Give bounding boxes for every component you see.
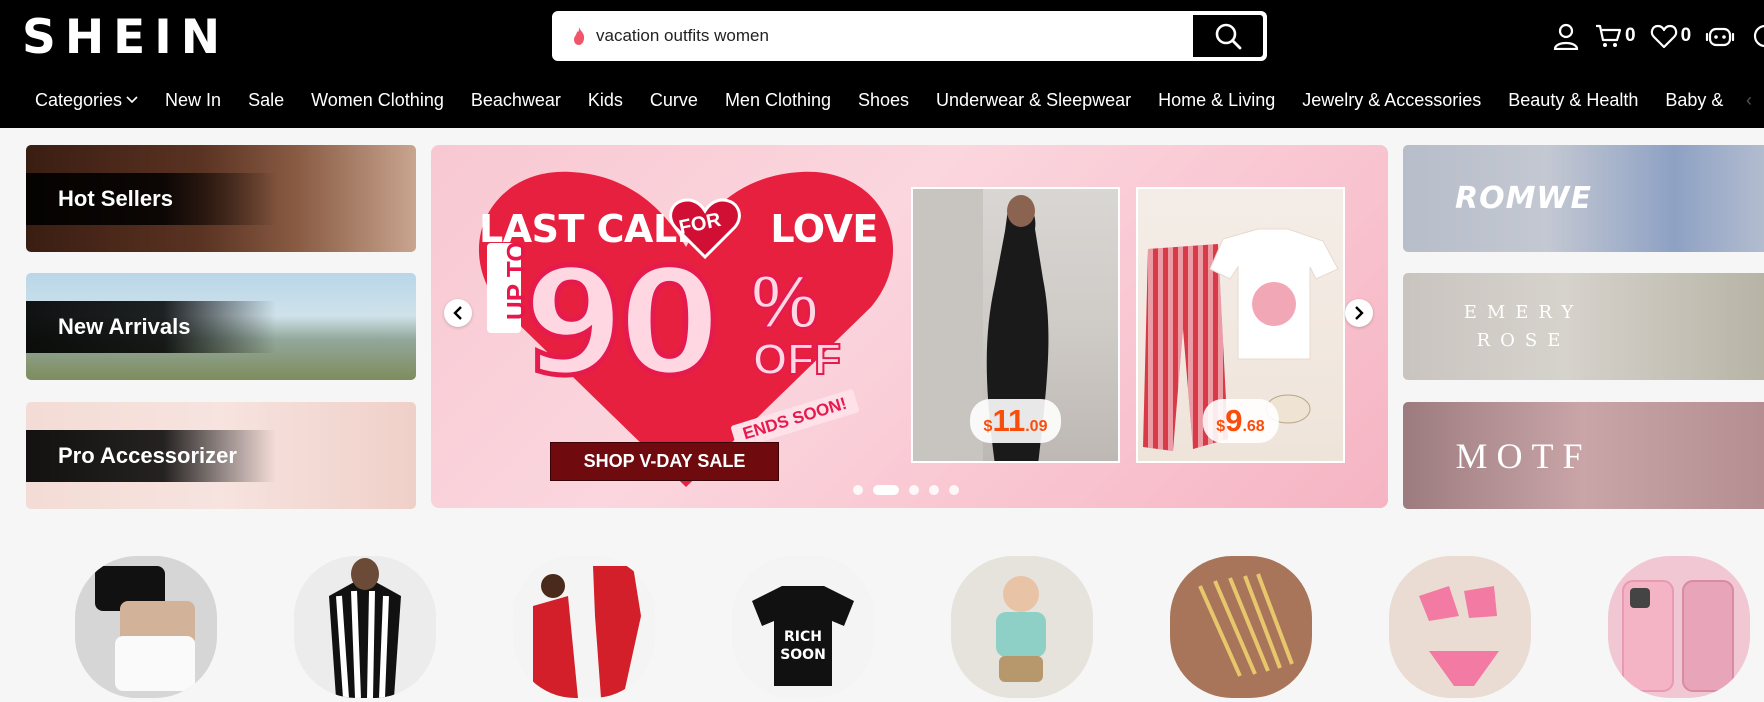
- heart-icon: [1650, 24, 1677, 49]
- promo-hot-sellers[interactable]: Hot Sellers: [26, 145, 416, 252]
- brand-name: ROMWE: [1454, 181, 1593, 216]
- carousel-dot[interactable]: [909, 485, 919, 495]
- nav-item-jewelry-accessories[interactable]: Jewelry & Accessories: [1302, 90, 1481, 111]
- globe-button[interactable]: [1749, 22, 1764, 50]
- chevron-right-icon: [1355, 306, 1364, 320]
- baby-boy-image: [951, 556, 1093, 698]
- search-button[interactable]: [1191, 13, 1265, 59]
- category-bikini[interactable]: [1389, 556, 1531, 698]
- nav-item-baby[interactable]: Baby &: [1665, 90, 1723, 111]
- headline-right: LOVE: [770, 207, 878, 251]
- nav-item-beachwear[interactable]: Beachwear: [471, 90, 561, 111]
- category-striped-blazer[interactable]: [294, 556, 436, 698]
- nav-item-women-clothing[interactable]: Women Clothing: [311, 90, 444, 111]
- product-price: $11.09: [969, 399, 1062, 443]
- carousel-dot[interactable]: [853, 485, 863, 495]
- price-integer: 11: [992, 403, 1026, 438]
- nav-item-categories[interactable]: Categories: [35, 90, 138, 111]
- nav-item-shoes[interactable]: Shoes: [858, 90, 909, 111]
- graphic-tee-image: RICH SOON: [732, 556, 874, 698]
- product-card-kids-set[interactable]: $9.68: [1136, 187, 1345, 463]
- price-currency: $: [1216, 418, 1226, 435]
- promo-label: Pro Accessorizer: [26, 430, 276, 482]
- shein-logo[interactable]: SHEIN: [22, 12, 229, 64]
- category-bracelets[interactable]: [1170, 556, 1312, 698]
- kids-red-set-image: [513, 556, 655, 698]
- price-currency: $: [983, 418, 993, 435]
- nav-scroll-left-arrow-icon[interactable]: ‹: [1746, 90, 1752, 111]
- price-integer: 9: [1225, 403, 1243, 438]
- wishlist-count: 0: [1680, 25, 1692, 46]
- carousel-dots: [853, 485, 969, 495]
- promo-label: New Arrivals: [26, 301, 276, 353]
- product-price: $9.68: [1202, 399, 1279, 443]
- promo-label: Hot Sellers: [26, 173, 276, 225]
- price-decimal: .09: [1025, 418, 1048, 435]
- account-button[interactable]: [1552, 22, 1580, 50]
- chevron-down-icon: [126, 96, 138, 104]
- category-circles: RICH SOON: [75, 556, 1764, 698]
- tube-tops-image: [75, 556, 217, 698]
- nav-item-home-living[interactable]: Home & Living: [1158, 90, 1275, 111]
- nav-item-underwear-sleepwear[interactable]: Underwear & Sleepwear: [936, 90, 1131, 111]
- promo-pro-accessorizer[interactable]: Pro Accessorizer: [26, 402, 416, 509]
- category-baby-boy[interactable]: [951, 556, 1093, 698]
- bikini-image: [1389, 556, 1531, 698]
- shop-vday-sale-button[interactable]: SHOP V-DAY SALE: [550, 442, 779, 481]
- carousel-dot[interactable]: [949, 485, 959, 495]
- category-kids-red-set[interactable]: [513, 556, 655, 698]
- carousel-prev-button[interactable]: [444, 299, 472, 327]
- search-icon: [1215, 23, 1242, 50]
- bracelets-image: [1170, 556, 1312, 698]
- user-icon: [1553, 23, 1579, 50]
- brand-tile-romwe[interactable]: ROMWE: [1403, 145, 1764, 252]
- nav-item-new-in[interactable]: New In: [165, 90, 221, 111]
- category-tube-tops[interactable]: [75, 556, 217, 698]
- tee-print-text: SOON: [780, 647, 826, 663]
- category-phone-case[interactable]: [1608, 556, 1750, 698]
- phone-case-image: [1608, 556, 1750, 698]
- striped-blazer-image: [294, 556, 436, 698]
- cart-icon: [1596, 24, 1622, 47]
- carousel-next-button[interactable]: [1345, 299, 1373, 327]
- price-decimal: .68: [1242, 418, 1265, 435]
- top-bar: SHEIN 0: [0, 0, 1764, 72]
- nav-item-men-clothing[interactable]: Men Clothing: [725, 90, 831, 111]
- search-input[interactable]: [596, 13, 1136, 59]
- promo-new-arrivals[interactable]: New Arrivals: [26, 273, 416, 380]
- wishlist-button[interactable]: 0: [1650, 22, 1692, 50]
- carousel-dot-active[interactable]: [873, 485, 899, 495]
- headset-support-icon: [1706, 27, 1735, 47]
- product-card-dress[interactable]: $11.09: [911, 187, 1120, 463]
- discount-number: 90: [520, 238, 722, 408]
- chevron-left-icon: [453, 306, 462, 320]
- hero-banner[interactable]: LAST CALL LOVE FOR UP TO 90 % OFF ENDS SO…: [431, 145, 1388, 508]
- brand-tile-motf[interactable]: MOTF: [1403, 402, 1764, 509]
- support-button[interactable]: [1705, 22, 1735, 50]
- brand-tile-emery-rose[interactable]: EMERY ROSE: [1403, 273, 1764, 380]
- brand-name: MOTF: [1455, 435, 1592, 476]
- globe-icon: [1754, 24, 1764, 48]
- tee-print-text: RICH: [784, 629, 822, 645]
- search-bar: [552, 11, 1267, 61]
- carousel-dot[interactable]: [929, 485, 939, 495]
- nav-item-beauty-health[interactable]: Beauty & Health: [1508, 90, 1638, 111]
- category-nav: Categories New In Sale Women Clothing Be…: [0, 72, 1764, 128]
- brand-name: EMERY ROSE: [1463, 301, 1584, 351]
- nav-item-kids[interactable]: Kids: [588, 90, 623, 111]
- nav-item-curve[interactable]: Curve: [650, 90, 698, 111]
- discount-off: OFF: [752, 334, 842, 385]
- discount-percent: %: [750, 260, 821, 345]
- nav-item-sale[interactable]: Sale: [248, 90, 284, 111]
- cart-button[interactable]: 0: [1594, 22, 1636, 50]
- nav-fade: [1724, 72, 1764, 128]
- cart-count: 0: [1625, 25, 1636, 46]
- trending-flame-icon: [574, 27, 585, 45]
- header-actions: 0 0: [1552, 18, 1764, 54]
- nav-item-label: Categories: [35, 89, 123, 110]
- category-graphic-tee[interactable]: RICH SOON: [732, 556, 874, 698]
